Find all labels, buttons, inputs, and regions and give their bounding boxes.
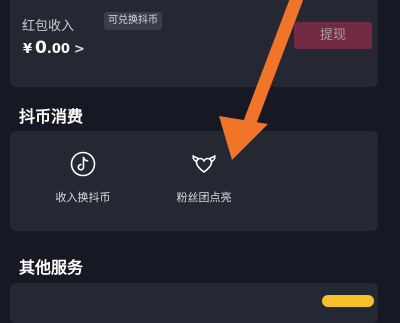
wallet-card: 红包收入 可兑换抖币 ¥0.00 > 提现 [10,0,378,87]
withdraw-button[interactable]: 提现 [294,22,372,49]
amount-integer: 0 [35,38,47,58]
promo-tag [322,295,374,307]
exchange-coins-item[interactable]: 收入换抖币 [28,150,138,205]
fan-club-item[interactable]: 粉丝团点亮 [149,150,259,205]
income-label: 红包收入 [22,19,75,34]
currency-symbol: ¥ [23,42,33,57]
amount-decimal: .00 [46,42,70,57]
tiktok-note-icon [70,151,96,177]
chevron-right-icon: > [73,42,85,57]
other-services-title: 其他服务 [19,258,84,277]
income-amount[interactable]: ¥0.00 > [23,38,85,58]
exchange-badge[interactable]: 可兑换抖币 [104,12,162,30]
coin-spending-title: 抖币消费 [19,107,84,126]
heart-wings-icon [192,154,216,173]
fan-club-label: 粉丝团点亮 [176,191,232,204]
exchange-coins-label: 收入换抖币 [55,191,111,204]
